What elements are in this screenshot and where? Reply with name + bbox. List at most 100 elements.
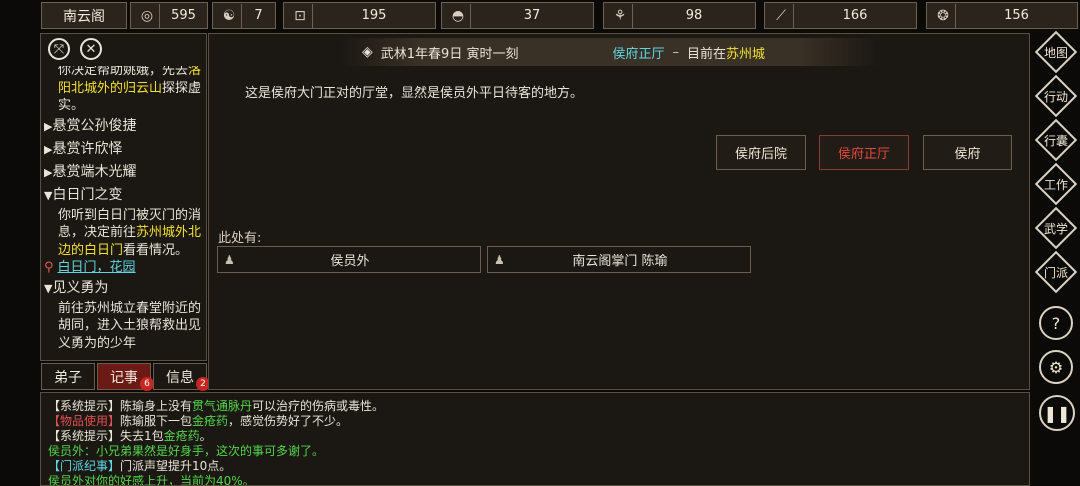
person-icon: ♟ [224,252,235,267]
npc-button[interactable]: ♟ 侯员外 [217,246,481,273]
tab-label: 记事 [110,369,138,386]
room-link-2[interactable]: 侯府 [923,135,1012,170]
log-text: ，感觉伤势好了不少。 [228,414,349,428]
tab-label: 信息 [166,369,194,386]
person-icon: ♟ [494,252,505,267]
stat-value: 166 [842,8,868,23]
copper-coin-icon: ⊡ [288,3,313,28]
stat-copper-coin[interactable]: ⊡ 195 [283,2,436,29]
work-button[interactable]: 工作 [1034,162,1078,206]
tab-label: 弟子 [54,369,82,386]
quest-title-text: 悬赏端木光耀 [52,163,137,180]
quest-title-text: 悬赏公孙俊捷 [52,117,137,134]
log-line: 侯员外对你的好感上升，当前为40%。 [48,474,1030,485]
settings-button[interactable]: ⚙ [1039,350,1073,384]
stat-coin[interactable]: ◎ 595 [130,2,208,29]
status-header: ◈ 武林1年春9日 寅时一刻 侯府正厅 – 目前在 苏州城 [340,38,880,66]
sect-button[interactable]: 门派 [1034,250,1078,294]
stat-wood[interactable]: ⟋ 166 [764,2,917,29]
stat-food-bowl[interactable]: ◓ 37 [441,2,594,29]
quest-title[interactable]: ▶悬赏端木光耀 [44,161,204,184]
npc-name: 南云阁掌门 陈瑜 [572,254,668,269]
quest-description: 你决定帮助姚娥，先去洛阳北城外的归云山探探虚实。 [44,66,204,115]
quest-title-text: 见义勇为 [52,279,109,296]
city-name: 苏州城 [726,46,766,62]
help-button[interactable]: ? [1039,306,1073,340]
npc-name: 侯员外 [330,254,370,269]
tab-0[interactable]: 弟子 [41,363,95,390]
stat-yin-yang[interactable]: ☯ 7 [212,2,276,29]
menu-label: 行动 [1043,89,1068,104]
stat-value: 156 [1004,8,1029,23]
location-pin-icon: ⚲ [44,260,54,275]
log-line: 【物品使用】陈瑜服下一包金疮药，感觉伤势好了不少。 [48,414,1030,429]
log-text: 【系统提示】陈瑜身上没有 [48,399,193,413]
inventory-button[interactable]: 行囊 [1034,118,1078,162]
log-line: 【系统提示】陈瑜身上没有贯气通脉丹可以治疗的伤病或毒性。 [48,399,1030,414]
gear-icon: ⚙ [1048,357,1064,377]
ore-icon: ❂ [931,3,956,28]
menu-label: 行囊 [1043,133,1068,148]
close-icon[interactable]: ✕ [80,38,102,60]
stat-value: 98 [685,8,703,23]
action-button[interactable]: 行动 [1034,74,1078,118]
room-description: 这是侯府大门正对的厅堂，显然是侯员外平日待客的地方。 [245,86,584,101]
menu-label: 工作 [1043,177,1068,192]
log-text: 贯气通脉丹 [192,399,253,413]
log-text: 侯员外：小兄弟果然是好身手，这次的事可多谢了。 [48,444,325,458]
quest-list[interactable]: 你决定帮助姚娥，先去洛阳北城外的归云山探探虚实。 ▶悬赏公孙俊捷 ▶悬赏许欣怿 ▶悬赏… [44,66,204,358]
pause-icon: ❚❚ [1043,403,1071,423]
menu-label: 武学 [1043,221,1068,236]
map-button[interactable]: 地图 [1034,30,1078,74]
herb-icon: ⚘ [608,3,633,28]
pause-button[interactable]: ❚❚ [1039,395,1075,431]
stat-value: 37 [523,8,541,23]
location-name: 侯府正厅 [612,46,665,62]
tab-1[interactable]: 记事 6 [97,363,154,391]
log-text: 侯员外对你的好感上升，当前为40%。 [48,474,255,485]
tab-2[interactable]: 信息 2 [153,363,210,391]
stat-herb[interactable]: ⚘ 98 [603,2,756,29]
menu-label: 门派 [1043,265,1068,280]
log-line: 【门派纪事】门派声望提升10点。 [48,459,1030,474]
room-link-0[interactable]: 侯府后院 [716,135,806,170]
npc-button[interactable]: ♟ 南云阁掌门 陈瑜 [487,246,751,273]
log-text: 【物品使用】 [48,414,121,428]
quest-text: 前往苏州城立春堂附近的胡同，进入土狼帮救出见义勇为的少年 [58,300,202,351]
sect-name-box[interactable]: 南云阁 [41,2,127,29]
room-link-1[interactable]: 侯府正厅 [819,135,909,170]
log-line: 【系统提示】失去1包金疮药。 [48,429,1030,444]
date-text: 武林1年春9日 寅时一刻 [380,46,519,62]
quest-description: 你听到白日门被灭门的消息，决定前往苏州城外北边的白日门看看情况。 [44,207,204,260]
quest-description: 前往苏州城立春堂附近的胡同，进入土狼帮救出见义勇为的少年 [44,300,204,353]
log-text: 【门派纪事】 [48,459,121,473]
log-text: 【系统提示】失去1包 [48,429,164,443]
martial-button[interactable]: 武学 [1034,206,1078,250]
here-label: 此处有: [218,231,262,246]
log-text: 。 [199,429,212,443]
stat-ore[interactable]: ❂ 156 [926,2,1078,29]
sect-name: 南云阁 [63,8,105,25]
current-prefix: 目前在 [686,46,726,62]
quest-location-link[interactable]: ⚲ 白日门，花园 [44,259,204,277]
quest-title[interactable]: ▶悬赏许欣怿 [44,138,204,161]
quest-text: 你决定帮助姚娥，先去 [58,66,189,78]
separator: – [672,44,679,60]
wood-icon: ⟋ [769,3,794,28]
log-text: 陈瑜服下一包 [120,414,193,428]
log-text: 门派声望提升10点。 [120,459,232,473]
quest-title[interactable]: ▶悬赏公孙俊捷 [44,115,204,138]
log-text: 金疮药 [192,414,229,428]
quest-text: 看看情况。 [123,242,189,258]
quest-title[interactable]: ▼见义勇为 [44,277,204,300]
yin-yang-icon: ☯ [217,3,242,28]
menu-label: 地图 [1043,45,1068,60]
log-line: 侯员外：小兄弟果然是好身手，这次的事可多谢了。 [48,444,1030,459]
coin-icon: ◎ [135,3,160,28]
quest-title[interactable]: ▼白日门之变 [44,184,204,207]
food-bowl-icon: ◓ [446,3,471,28]
stat-value: 195 [361,8,387,23]
expand-icon[interactable]: ⤧ [48,38,70,60]
log-text: 金疮药 [163,429,200,443]
message-log[interactable]: 【系统提示】陈瑜身上没有贯气通脉丹可以治疗的伤病或毒性。 【物品使用】陈瑜服下一包… [44,393,1030,485]
